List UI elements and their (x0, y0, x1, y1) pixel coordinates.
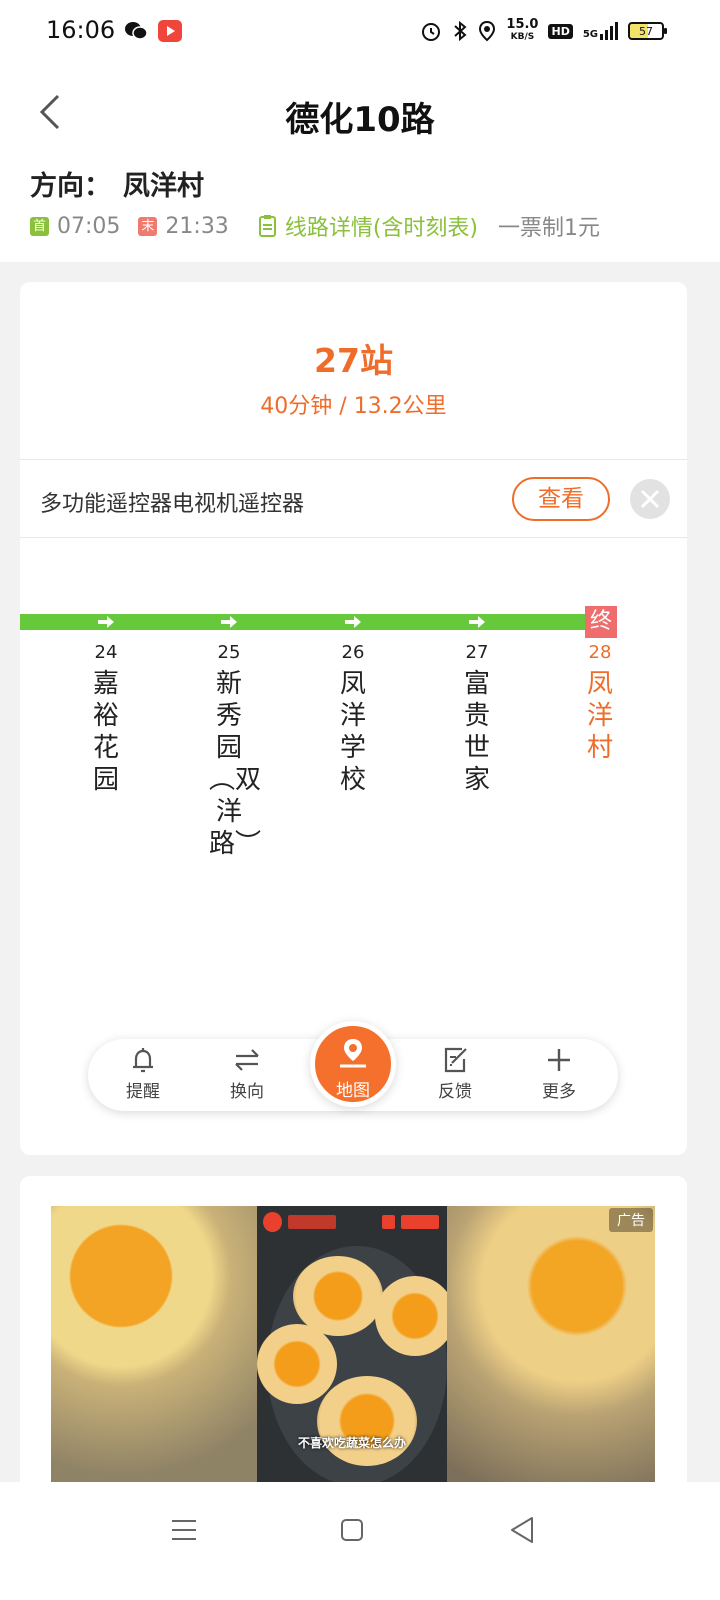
arrow-right-icon (345, 616, 361, 628)
close-icon (640, 489, 660, 509)
battery-icon: 57 (628, 22, 667, 40)
divider (20, 537, 687, 538)
stop-number: 26 (341, 642, 365, 663)
arrow-right-icon (221, 616, 237, 628)
view-button[interactable]: 查看 (512, 477, 610, 521)
stop-name: 新秀园︵双洋路︶ (209, 669, 262, 859)
stop-item[interactable]: 24 嘉裕花园 (86, 642, 126, 796)
video-caption: 不喜欢吃蔬菜怎么办 (297, 1436, 406, 1450)
ad-banner-text: 多功能遥控器电视机遥控器 (40, 492, 305, 517)
station-count: 27站 (314, 341, 393, 380)
action-bar: 提醒 换向 地图 反馈 更多 (88, 1021, 618, 1111)
fare-info: 一票制1元 (497, 216, 600, 241)
route-detail-link[interactable]: 线路详情(含时刻表) (257, 210, 478, 242)
food-image (375, 1276, 447, 1356)
stop-item[interactable]: 27 富贵世家 (457, 642, 497, 796)
ad-blur-right (447, 1206, 655, 1486)
ad-image[interactable]: 不喜欢吃蔬菜怎么办 广告 (51, 1206, 655, 1486)
bell-icon (133, 1048, 153, 1073)
ad-video[interactable]: 不喜欢吃蔬菜怎么办 (257, 1206, 447, 1486)
swap-icon (235, 1049, 259, 1071)
net-speed: 15.0 KB/S (506, 17, 539, 42)
status-indicators: 15.0 KB/S HD 5G 57 (420, 16, 667, 46)
stop-name: 富贵世家 (463, 669, 490, 795)
direction: 方向： 凤洋村 (30, 164, 204, 203)
last-bus-time: 21:33 (165, 213, 229, 239)
time-distance: 40分钟 / 13.2公里 (260, 394, 447, 419)
more-button[interactable]: 更多 (524, 1045, 594, 1107)
stop-number: 25 (217, 642, 241, 663)
stop-number: 28 (588, 642, 612, 663)
ad-card[interactable]: 不喜欢吃蔬菜怎么办 广告 (20, 1176, 687, 1486)
signal-icon: 5G (583, 22, 618, 40)
stop-item[interactable]: 25 新秀园︵双洋路︶ (209, 642, 262, 860)
feedback-button[interactable]: 反馈 (420, 1045, 490, 1107)
food-image (257, 1324, 337, 1404)
direction-label: 方向： (30, 171, 111, 202)
arrow-right-icon (98, 616, 114, 628)
direction-value: 凤洋村 (123, 171, 204, 202)
ad-blur-left (51, 1206, 257, 1486)
stop-name: 嘉裕花园 (92, 669, 119, 795)
stop-item[interactable]: 26 凤洋学校 (333, 642, 373, 796)
stop-item-terminal[interactable]: 28 凤洋村 (580, 642, 620, 764)
route-header: 德化10路 方向： 凤洋村 首 07:05 末 21:33 线路详情(含时刻表) … (0, 64, 720, 262)
stop-number: 27 (465, 642, 489, 663)
food-image (293, 1256, 383, 1336)
remind-button[interactable]: 提醒 (108, 1045, 178, 1107)
bluetooth-icon (454, 20, 467, 42)
status-time: 16:06 (46, 16, 116, 44)
alarm-icon (422, 23, 441, 41)
document-icon (258, 215, 276, 237)
first-bus-time: 07:05 (57, 213, 121, 239)
video-toolbar (263, 1212, 439, 1232)
page-title: 德化10路 (285, 100, 435, 140)
hd-badge: HD (548, 23, 573, 39)
route-card: 27站 40分钟 / 13.2公里 多功能遥控器电视机遥控器 查看 终 24 嘉… (20, 282, 687, 1155)
back-nav-icon[interactable] (502, 1510, 542, 1550)
terminal-badge: 终 (585, 606, 617, 638)
status-bar: 16:06 15.0 KB/S HD 5G 57 (0, 0, 720, 64)
map-button[interactable]: 地图 (310, 1021, 396, 1107)
route-meta: 首 07:05 末 21:33 线路详情(含时刻表) 一票制1元 (30, 210, 600, 242)
home-icon[interactable] (332, 1510, 372, 1550)
map-pin-icon (340, 1039, 366, 1068)
first-bus-tag: 首 (30, 216, 49, 236)
edit-icon (444, 1047, 467, 1073)
location-icon (479, 20, 496, 42)
menu-icon[interactable] (164, 1510, 204, 1550)
video-app-icon (158, 20, 182, 42)
stop-name: 凤洋学校 (339, 669, 366, 795)
stop-number: 24 (94, 642, 118, 663)
stop-name: 凤洋村 (586, 669, 613, 763)
arrow-right-icon (469, 616, 485, 628)
wechat-icon (124, 20, 148, 42)
divider (20, 459, 687, 460)
last-bus-tag: 末 (138, 216, 158, 236)
plus-icon (548, 1049, 570, 1071)
food-image (317, 1376, 417, 1466)
ad-label: 广告 (609, 1208, 653, 1232)
switch-direction-button[interactable]: 换向 (212, 1045, 282, 1107)
system-nav-bar (0, 1482, 720, 1600)
close-ad-button[interactable] (630, 479, 670, 519)
